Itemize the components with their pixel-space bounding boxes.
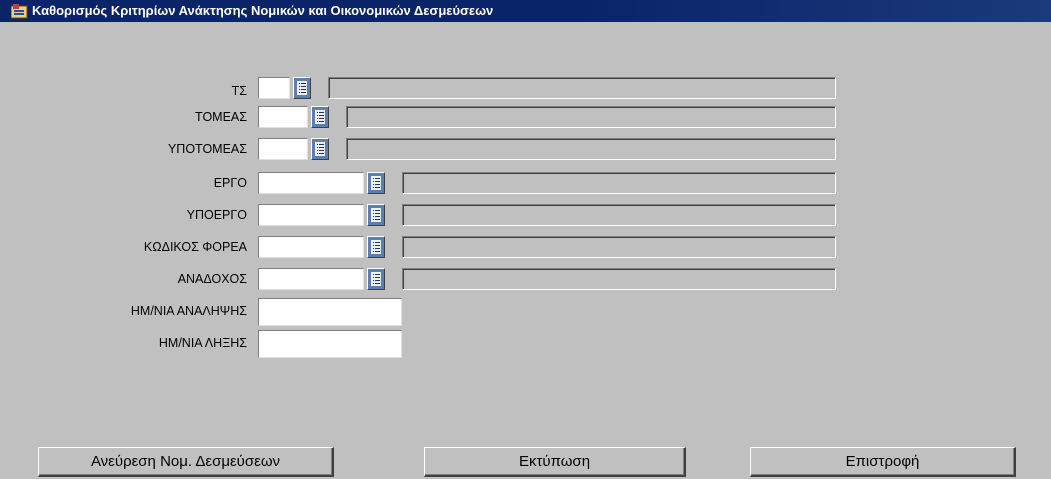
label-ypoergo: ΥΠΟΕΡΓΟ xyxy=(186,208,247,222)
window-titlebar: Καθορισμός Κριτηρίων Ανάκτησης Νομικών κ… xyxy=(0,0,1051,22)
imnia-analipsis-input[interactable] xyxy=(258,298,402,326)
ergo-lov-button[interactable] xyxy=(367,172,385,194)
list-icon xyxy=(371,176,381,190)
list-icon xyxy=(371,240,381,254)
print-button[interactable]: Εκτύπωση xyxy=(424,447,686,477)
tomeas-description xyxy=(346,106,836,128)
list-icon xyxy=(297,81,307,95)
tomeas-lov-button[interactable] xyxy=(311,106,329,128)
ts-lov-button[interactable] xyxy=(293,77,311,99)
back-button[interactable]: Επιστροφή xyxy=(750,447,1016,477)
ts-description xyxy=(328,77,836,99)
list-icon xyxy=(371,272,381,286)
ypotomeas-description xyxy=(346,138,836,160)
search-commitments-button[interactable]: Ανεύρεση Νομ. Δεσμεύσεων xyxy=(38,447,334,477)
kodikos-forea-lov-button[interactable] xyxy=(367,236,385,258)
kodikos-forea-description xyxy=(402,236,836,258)
app-form-icon xyxy=(11,4,28,19)
ypoergo-input[interactable] xyxy=(258,204,364,226)
label-tomeas: ΤΟΜΕΑΣ xyxy=(195,110,247,124)
ts-input[interactable] xyxy=(258,77,290,99)
kodikos-forea-input[interactable] xyxy=(258,236,364,258)
label-ts: ΤΣ xyxy=(231,84,247,98)
window-title: Καθορισμός Κριτηρίων Ανάκτησης Νομικών κ… xyxy=(32,3,494,18)
label-imnia-lixis: ΗΜ/ΝΙΑ ΛΗΞΗΣ xyxy=(158,336,247,350)
ergo-input[interactable] xyxy=(258,172,364,194)
list-icon xyxy=(315,142,325,156)
anadoxos-description xyxy=(402,268,836,290)
list-icon xyxy=(371,208,381,222)
label-ergo: ΕΡΓΟ xyxy=(213,176,247,190)
label-ypotomeas: ΥΠΟΤΟΜΕΑΣ xyxy=(167,142,247,156)
ergo-description xyxy=(402,172,836,194)
anadoxos-lov-button[interactable] xyxy=(367,268,385,290)
ypotomeas-input[interactable] xyxy=(258,138,308,160)
ypoergo-description xyxy=(402,204,836,226)
label-kodikos-forea: ΚΩΔΙΚΟΣ ΦΟΡΕΑ xyxy=(143,240,247,254)
label-anadoxos: ΑΝΑΔΟΧΟΣ xyxy=(177,272,247,286)
tomeas-input[interactable] xyxy=(258,106,308,128)
list-icon xyxy=(315,110,325,124)
label-imnia-analipsis: ΗΜ/ΝΙΑ ΑΝΑΛΗΨΗΣ xyxy=(130,304,247,318)
imnia-lixis-input[interactable] xyxy=(258,330,402,358)
ypotomeas-lov-button[interactable] xyxy=(311,138,329,160)
anadoxos-input[interactable] xyxy=(258,268,364,290)
ypoergo-lov-button[interactable] xyxy=(367,204,385,226)
